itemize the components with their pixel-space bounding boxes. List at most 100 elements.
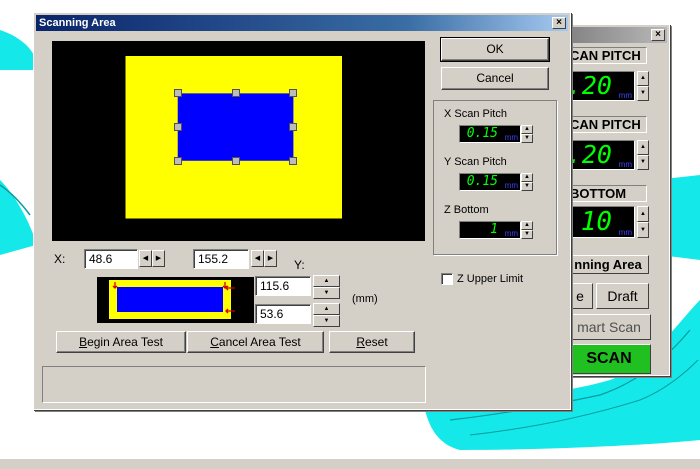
x-max-left-button[interactable]: ◀	[251, 250, 264, 267]
scan-pitch-label-1: CAN PITCH	[567, 47, 647, 64]
bottom-value: 10	[580, 207, 612, 237]
x-min-left-button[interactable]: ◀	[139, 250, 152, 267]
dialog-close-button[interactable]: ×	[552, 17, 566, 29]
y-min-up-button[interactable]: ▲	[313, 303, 340, 315]
y-tick-label: 40	[111, 170, 120, 180]
y-axis-label: Y:	[294, 258, 305, 272]
scanning-area-button[interactable]: nning Area	[567, 255, 649, 274]
x-tick-label: 20	[141, 223, 151, 232]
x-scan-pitch-value: 0.15	[466, 126, 498, 141]
y-scan-pitch-up-button[interactable]: ▲	[521, 173, 533, 182]
bottom-unit: mm	[618, 228, 632, 237]
x-scan-pitch-down-button[interactable]: ▼	[521, 134, 533, 143]
z-bottom-up-button[interactable]: ▲	[521, 221, 533, 230]
ok-button[interactable]: OK	[440, 37, 550, 62]
x-tick-label: 70	[196, 223, 206, 232]
reset-button[interactable]: Reset	[329, 331, 415, 353]
reset-mnemonic: R	[356, 335, 365, 349]
cancel-button[interactable]: Cancel	[441, 67, 549, 90]
x-scan-pitch-unit: mm	[504, 133, 518, 142]
y-min-input[interactable]	[255, 304, 311, 324]
x-tick-label: 40	[163, 223, 173, 232]
x-tick-label: 0	[122, 223, 128, 232]
y-max-input[interactable]	[255, 276, 311, 296]
status-bar	[42, 366, 426, 403]
scan-pitch-label-2: CAN PITCH	[567, 116, 647, 133]
scan-pitch-1-down-button[interactable]: ▼	[637, 86, 649, 101]
z-upper-limit-checkbox[interactable]	[441, 273, 453, 285]
x-scan-pitch-label: X Scan Pitch	[444, 108, 507, 120]
resize-handle[interactable]	[173, 123, 182, 132]
control-panel-titlebar: ×	[563, 27, 667, 43]
x-tick-label: 80	[207, 223, 216, 232]
control-panel-close-button[interactable]: ×	[651, 29, 665, 41]
z-bottom-label: Z Bottom	[444, 204, 489, 216]
scan-control-panel: × CAN PITCH 0.20 mm ▲ ▼ CAN PITCH 0.20 m…	[552, 24, 670, 376]
bottom-down-button[interactable]: ▼	[637, 222, 649, 238]
y-scan-pitch-label: Y Scan Pitch	[444, 156, 507, 168]
begin-area-test-mnemonic: B	[79, 335, 88, 349]
y-scan-pitch-down-button[interactable]: ▼	[521, 182, 533, 191]
scan-pitch-unit-2: mm	[618, 160, 632, 169]
y-tick-label: 20	[111, 192, 120, 202]
bottom-up-button[interactable]: ▲	[637, 206, 649, 222]
y-min-down-button[interactable]: ▼	[313, 315, 340, 327]
y-tick-label: 80	[111, 127, 120, 137]
x-min-right-button[interactable]: ▶	[152, 250, 165, 267]
reset-label: eset	[364, 335, 388, 349]
x-axis-label: X:	[54, 252, 66, 266]
cancel-area-test-label: ancel Area Test	[218, 335, 301, 349]
x-tick-label: 200	[334, 223, 349, 232]
scan-area-preview	[97, 277, 254, 323]
scan-pitch-2-up-button[interactable]: ▲	[637, 140, 649, 155]
x-tick-label: 30	[152, 223, 162, 232]
x-max-input[interactable]	[193, 249, 249, 269]
scan-pitch-2-down-button[interactable]: ▼	[637, 155, 649, 170]
resize-handle[interactable]	[231, 156, 240, 165]
y-tick-label: 60	[111, 148, 120, 158]
begin-area-test-label: egin Area Test	[87, 335, 163, 349]
dialog-title: Scanning Area	[39, 17, 116, 29]
y-scan-pitch-unit: mm	[504, 181, 518, 190]
resize-handle[interactable]	[289, 123, 298, 132]
z-bottom-unit: mm	[504, 229, 518, 238]
taskbar	[0, 458, 700, 469]
y-scan-pitch-display: 0.15 mm	[459, 173, 521, 191]
selected-scan-area[interactable]	[177, 93, 294, 161]
scan-button[interactable]: SCAN	[567, 344, 651, 374]
y-tick-label: 120	[106, 83, 120, 93]
bottom-display: 10 mm	[567, 206, 635, 238]
cancel-area-test-button[interactable]: Cancel Area Test	[187, 331, 324, 353]
x-tick-label: 60	[185, 223, 195, 232]
y-max-down-button[interactable]: ▼	[313, 287, 340, 299]
z-upper-limit-label[interactable]: Z Upper Limit	[457, 273, 523, 285]
preview-scan-area	[117, 287, 223, 312]
area-plot	[52, 41, 425, 241]
y-max-up-button[interactable]: ▲	[313, 275, 340, 287]
resize-handle[interactable]	[231, 89, 240, 98]
draft-button[interactable]: Draft	[596, 283, 649, 309]
x-max-right-button[interactable]: ▶	[264, 250, 277, 267]
x-scan-pitch-up-button[interactable]: ▲	[521, 125, 533, 134]
smart-scan-button[interactable]: mart Scan	[567, 314, 651, 340]
resize-handle[interactable]	[289, 156, 298, 165]
x-min-input[interactable]	[84, 249, 138, 269]
y-tick-label: 100	[106, 105, 120, 115]
scan-pitch-1-up-button[interactable]: ▲	[637, 71, 649, 86]
scan-pitch-display-1: 0.20 mm	[552, 71, 635, 101]
bottom-label: BOTTOM	[567, 185, 647, 202]
resize-handle[interactable]	[289, 89, 298, 98]
resize-handle[interactable]	[173, 156, 182, 165]
scan-pitch-unit-1: mm	[618, 91, 632, 100]
x-tick-label: 10	[131, 223, 140, 232]
begin-area-test-button[interactable]: Begin Area Test	[56, 331, 186, 353]
y-tick-label: 140	[106, 61, 120, 71]
x-tick-label: 50	[174, 223, 184, 232]
z-bottom-down-button[interactable]: ▼	[521, 230, 533, 239]
y-tick-label: 0	[115, 214, 120, 223]
x-scan-pitch-display: 0.15 mm	[459, 125, 521, 143]
resize-handle[interactable]	[173, 89, 182, 98]
z-bottom-display: 1 mm	[459, 221, 521, 239]
cancel-area-test-mnemonic: C	[210, 335, 219, 349]
z-bottom-value: 1	[490, 222, 498, 237]
